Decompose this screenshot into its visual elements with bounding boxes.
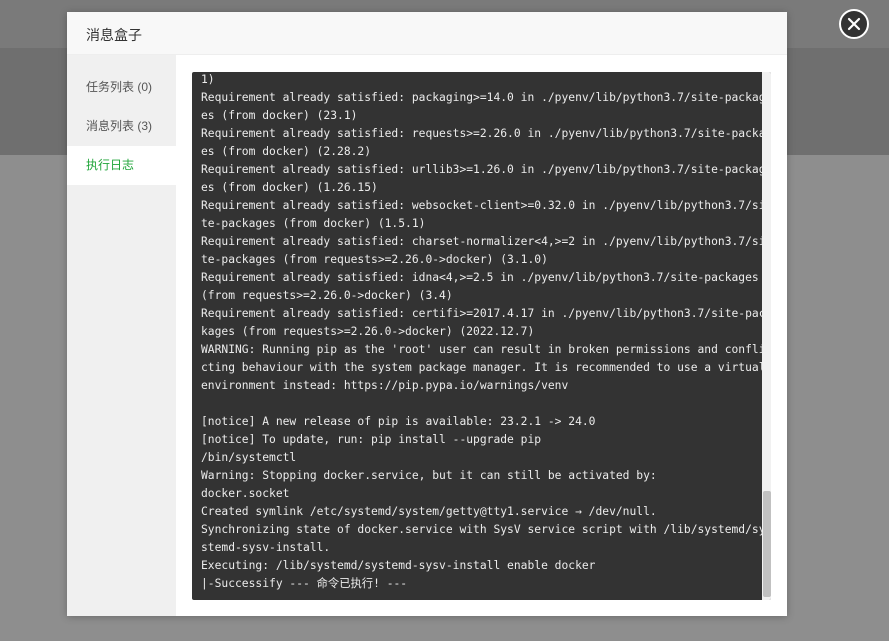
dialog-header: 消息盒子 bbox=[67, 12, 787, 55]
close-button[interactable] bbox=[839, 9, 869, 39]
log-line: te-packages (from docker) (1.5.1) bbox=[201, 217, 426, 230]
log-line: [notice] To update, run: pip install --u… bbox=[201, 433, 542, 446]
log-line: Requirement already satisfied: urllib3>=… bbox=[201, 163, 766, 176]
log-output[interactable]: 1) Requirement already satisfied: packag… bbox=[192, 72, 771, 600]
log-line: Executing: /lib/systemd/systemd-sysv-ins… bbox=[201, 559, 596, 572]
dialog-sidebar: 任务列表 (0) 消息列表 (3) 执行日志 bbox=[67, 55, 176, 616]
log-line: es (from docker) (1.26.15) bbox=[201, 181, 378, 194]
log-line: 1) bbox=[201, 73, 215, 86]
log-line: Requirement already satisfied: charset-n… bbox=[201, 235, 766, 248]
log-line: |-Successify --- 命令已执行! --- bbox=[201, 577, 408, 590]
log-line: kages (from requests>=2.26.0->docker) (2… bbox=[201, 325, 535, 338]
log-line: Requirement already satisfied: idna<4,>=… bbox=[201, 271, 759, 284]
log-line: /bin/systemctl bbox=[201, 451, 297, 464]
log-line: stemd-sysv-install. bbox=[201, 541, 331, 554]
log-line: environment instead: https://pip.pypa.io… bbox=[201, 379, 569, 392]
log-line: te-packages (from requests>=2.26.0->dock… bbox=[201, 253, 548, 266]
log-line: Synchronizing state of docker.service wi… bbox=[201, 523, 766, 536]
sidebar-item-message-list[interactable]: 消息列表 (3) bbox=[67, 107, 176, 146]
log-line: Warning: Stopping docker.service, but it… bbox=[201, 469, 657, 482]
sidebar-item-execution-log[interactable]: 执行日志 bbox=[67, 146, 176, 185]
sidebar-item-task-list[interactable]: 任务列表 (0) bbox=[67, 68, 176, 107]
dialog-title: 消息盒子 bbox=[86, 27, 142, 43]
log-line: WARNING: Running pip as the 'root' user … bbox=[201, 343, 766, 356]
log-line: es (from docker) (2.28.2) bbox=[201, 145, 372, 158]
log-text: 1) Requirement already satisfied: packag… bbox=[201, 72, 771, 593]
log-line: Requirement already satisfied: requests>… bbox=[201, 127, 771, 140]
log-line: Created symlink /etc/systemd/system/gett… bbox=[201, 505, 657, 518]
log-line: Requirement already satisfied: websocket… bbox=[201, 199, 766, 212]
log-line: [notice] A new release of pip is availab… bbox=[201, 415, 596, 428]
log-line: (from requests>=2.26.0->docker) (3.4) bbox=[201, 289, 453, 302]
message-box-dialog: 消息盒子 任务列表 (0) 消息列表 (3) 执行日志 1) Requireme… bbox=[67, 9, 869, 616]
log-panel: 1) Requirement already satisfied: packag… bbox=[176, 55, 787, 616]
log-line: es (from docker) (23.1) bbox=[201, 109, 358, 122]
log-line: Requirement already satisfied: certifi>=… bbox=[201, 307, 766, 320]
log-line: cting behaviour with the system package … bbox=[201, 361, 766, 374]
log-line: docker.socket bbox=[201, 487, 290, 500]
close-icon bbox=[847, 17, 861, 31]
scrollbar-thumb[interactable] bbox=[763, 491, 771, 597]
log-line: Requirement already satisfied: packaging… bbox=[201, 91, 766, 104]
